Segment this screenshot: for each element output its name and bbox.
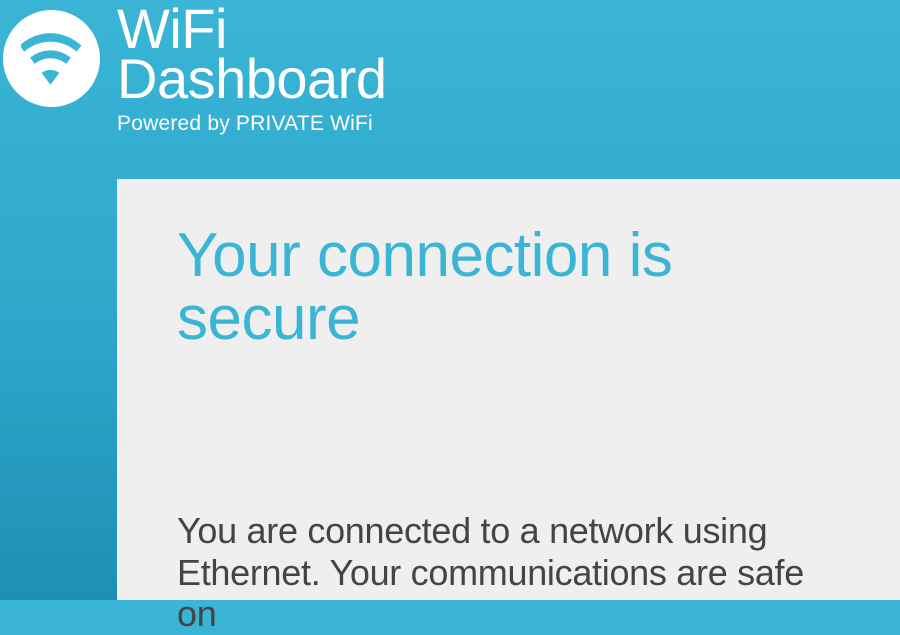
logo-group: WiFi Dashboard Powered by PRIVATE WiFi: [3, 10, 900, 136]
powered-by-text: Powered by PRIVATE WiFi: [117, 112, 386, 136]
app-title-line2: Dashboard: [117, 53, 386, 105]
status-heading: Your connection is secure: [177, 224, 840, 350]
logo-text: WiFi Dashboard Powered by PRIVATE WiFi: [117, 5, 386, 136]
status-body-text: You are connected to a network using Eth…: [177, 510, 840, 634]
main-panel: Your connection is secure You are connec…: [117, 179, 900, 600]
wifi-icon: [21, 28, 83, 90]
app-title-line1: WiFi: [117, 5, 386, 53]
app-header: WiFi Dashboard Powered by PRIVATE WiFi: [0, 0, 900, 179]
logo-badge: [3, 10, 100, 107]
